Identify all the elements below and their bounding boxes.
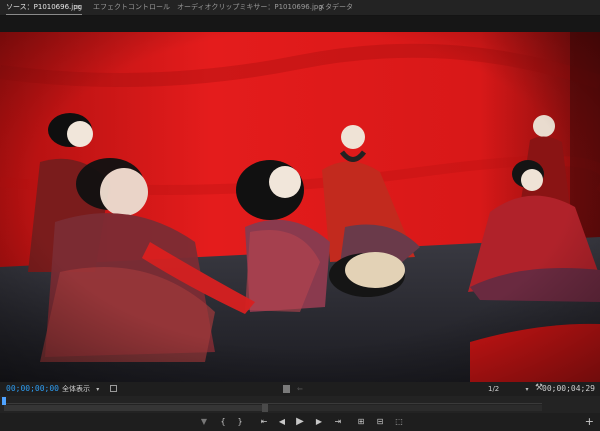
tab-effect-controls-label: エフェクトコントロール bbox=[93, 3, 170, 11]
zoom-scroll-range[interactable] bbox=[4, 405, 266, 411]
drag-video-icon[interactable]: ⇐ bbox=[297, 385, 303, 393]
transport-controls: ▼ { } ⇤ ◀ ▶ ▶ ⇥ ⊞ ⊟ ⬚ + bbox=[0, 413, 600, 431]
add-button[interactable]: + bbox=[585, 413, 594, 431]
clip-preview-image bbox=[0, 32, 600, 382]
settings-panel-icon[interactable] bbox=[283, 385, 290, 393]
playhead-marker[interactable] bbox=[2, 397, 6, 405]
zoom-level-label: 全体表示 bbox=[62, 385, 90, 393]
mark-in-button[interactable]: { bbox=[216, 413, 230, 431]
add-marker-button[interactable]: ▼ bbox=[197, 413, 211, 431]
viewer-controls-row: 00;00;00;00 全体表示 ▾ ⇐ 1/2 ▾ ⚒ 00;00;04;29 bbox=[0, 382, 600, 396]
panel-tab-bar: ソース：P1010696.jpg ≡ エフェクトコントロール オーディオクリップ… bbox=[0, 0, 600, 16]
insert-button[interactable]: ⊞ bbox=[354, 413, 368, 431]
tab-audio-clip-mixer[interactable]: オーディオクリップミキサー：P1010696.jpg bbox=[177, 0, 323, 15]
go-to-in-button[interactable]: ⇤ bbox=[257, 413, 271, 431]
zoom-level-dropdown[interactable]: 全体表示 ▾ bbox=[62, 382, 99, 396]
duration-timecode: 00;00;04;29 bbox=[542, 384, 595, 393]
play-button[interactable]: ▶ bbox=[293, 413, 307, 431]
tab-effect-controls[interactable]: エフェクトコントロール bbox=[93, 0, 170, 15]
export-frame-button[interactable]: ⬚ bbox=[392, 413, 406, 431]
current-timecode[interactable]: 00;00;00;00 bbox=[6, 382, 59, 396]
tab-metadata-label: メタデータ bbox=[318, 3, 353, 11]
fit-frame-icon[interactable] bbox=[110, 385, 117, 392]
overwrite-button[interactable]: ⊟ bbox=[373, 413, 387, 431]
source-monitor-viewer[interactable] bbox=[0, 16, 600, 382]
mark-out-button[interactable]: } bbox=[233, 413, 247, 431]
go-to-out-button[interactable]: ⇥ bbox=[331, 413, 345, 431]
tab-source[interactable]: ソース：P1010696.jpg bbox=[6, 0, 83, 15]
playback-resolution-dropdown[interactable]: 1/2 ▾ bbox=[488, 382, 529, 396]
playback-resolution-label: 1/2 bbox=[488, 385, 500, 393]
chevron-down-icon: ▾ bbox=[525, 386, 529, 393]
tab-menu-icon[interactable]: ≡ bbox=[75, 0, 81, 15]
zoom-scroll-handle[interactable] bbox=[262, 404, 268, 412]
chevron-down-icon: ▾ bbox=[96, 386, 100, 393]
tab-metadata[interactable]: メタデータ bbox=[318, 0, 353, 15]
step-forward-button[interactable]: ▶ bbox=[312, 413, 326, 431]
mini-timeline[interactable] bbox=[0, 396, 600, 413]
tab-audio-clip-mixer-label: オーディオクリップミキサー：P1010696.jpg bbox=[177, 3, 323, 11]
time-ruler[interactable] bbox=[4, 398, 542, 404]
active-tab-underline bbox=[6, 14, 83, 15]
tab-source-label: ソース：P1010696.jpg bbox=[6, 3, 83, 11]
step-back-button[interactable]: ◀ bbox=[275, 413, 289, 431]
